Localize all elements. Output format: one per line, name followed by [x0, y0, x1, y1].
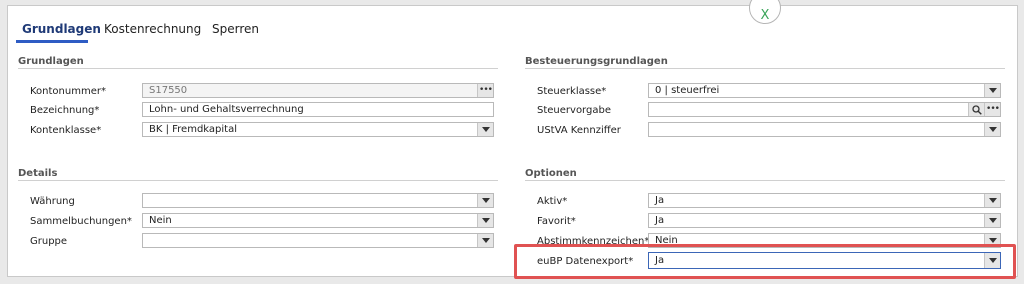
- label-steuervorgabe: Steuervorgabe: [537, 105, 611, 116]
- kontonummer-field[interactable]: S17550 •••: [142, 83, 494, 98]
- search-button[interactable]: [968, 103, 984, 116]
- steuervorgabe-input[interactable]: •••: [648, 102, 1001, 117]
- chevron-down-icon: [481, 238, 490, 243]
- dropdown-button[interactable]: [477, 123, 493, 136]
- dropdown-button[interactable]: [984, 214, 1000, 227]
- dropdown-button[interactable]: [477, 214, 493, 227]
- ellipsis-icon: •••: [986, 104, 1000, 114]
- aktiv-select[interactable]: Ja: [648, 193, 1001, 208]
- chevron-down-icon: [988, 127, 997, 132]
- highlight-box: [514, 244, 1016, 279]
- section-divider: [18, 180, 498, 181]
- more-button[interactable]: •••: [984, 103, 1000, 116]
- label-favorit: Favorit*: [537, 216, 576, 227]
- chevron-down-icon: [988, 198, 997, 203]
- kontenklasse-select[interactable]: BK | Fremdkapital: [142, 122, 494, 137]
- tab-sperren[interactable]: Sperren: [212, 22, 259, 36]
- bezeichnung-value: Lohn- und Gehaltsverrechnung: [149, 104, 304, 115]
- chevron-down-icon: [988, 238, 997, 243]
- steuerklasse-select[interactable]: 0 | steuerfrei: [648, 83, 1001, 98]
- label-sammelbuchungen: Sammelbuchungen*: [30, 216, 132, 227]
- label-ustva-kennziffer: UStVA Kennziffer: [537, 125, 621, 136]
- label-aktiv: Aktiv*: [537, 196, 568, 207]
- section-divider: [525, 68, 1005, 69]
- section-title-grundlagen: Grundlagen: [18, 56, 84, 67]
- steuerklasse-value: 0 | steuerfrei: [655, 85, 720, 96]
- gruppe-select[interactable]: [142, 233, 494, 248]
- favorit-value: Ja: [655, 215, 665, 226]
- ustva-select[interactable]: [648, 122, 1001, 137]
- more-button[interactable]: •••: [477, 84, 493, 97]
- favorit-select[interactable]: Ja: [648, 213, 1001, 228]
- account-form-panel: Grundlagen Kostenrechnung Sperren X Grun…: [7, 0, 1018, 277]
- dropdown-button[interactable]: [477, 194, 493, 207]
- section-divider: [525, 180, 1005, 181]
- dropdown-button[interactable]: [984, 84, 1000, 97]
- tab-grundlagen[interactable]: Grundlagen: [22, 22, 101, 36]
- chevron-down-icon: [481, 198, 490, 203]
- label-bezeichnung: Bezeichnung*: [30, 105, 100, 116]
- chevron-down-icon: [481, 127, 490, 132]
- active-tab-indicator: [16, 40, 88, 43]
- sammelbuchungen-select[interactable]: Nein: [142, 213, 494, 228]
- label-steuerklasse: Steuerklasse*: [537, 86, 607, 97]
- ellipsis-icon: •••: [479, 85, 493, 95]
- chevron-down-icon: [988, 88, 997, 93]
- waehrung-select[interactable]: [142, 193, 494, 208]
- chevron-down-icon: [988, 218, 997, 223]
- label-gruppe: Gruppe: [30, 236, 68, 247]
- section-title-details: Details: [18, 168, 58, 179]
- label-kontonummer: Kontonummer*: [30, 86, 106, 97]
- section-title-optionen: Optionen: [525, 168, 577, 179]
- chevron-down-icon: [481, 218, 490, 223]
- section-divider: [18, 68, 498, 69]
- tab-bar: Grundlagen Kostenrechnung Sperren: [8, 6, 1017, 44]
- aktiv-value: Ja: [655, 195, 665, 206]
- dropdown-button[interactable]: [477, 234, 493, 247]
- dropdown-button[interactable]: [984, 194, 1000, 207]
- label-kontenklasse: Kontenklasse*: [30, 125, 102, 136]
- tab-kostenrechnung[interactable]: Kostenrechnung: [104, 22, 201, 36]
- dropdown-button[interactable]: [984, 123, 1000, 136]
- bezeichnung-input[interactable]: Lohn- und Gehaltsverrechnung: [142, 102, 494, 117]
- kontonummer-value: S17550: [149, 85, 188, 96]
- sammelbuchungen-value: Nein: [149, 215, 172, 226]
- search-icon: [971, 104, 982, 115]
- label-waehrung: Währung: [30, 196, 75, 207]
- section-title-besteuerungsgrundlagen: Besteuerungsgrundlagen: [525, 56, 668, 67]
- kontenklasse-value: BK | Fremdkapital: [149, 124, 237, 135]
